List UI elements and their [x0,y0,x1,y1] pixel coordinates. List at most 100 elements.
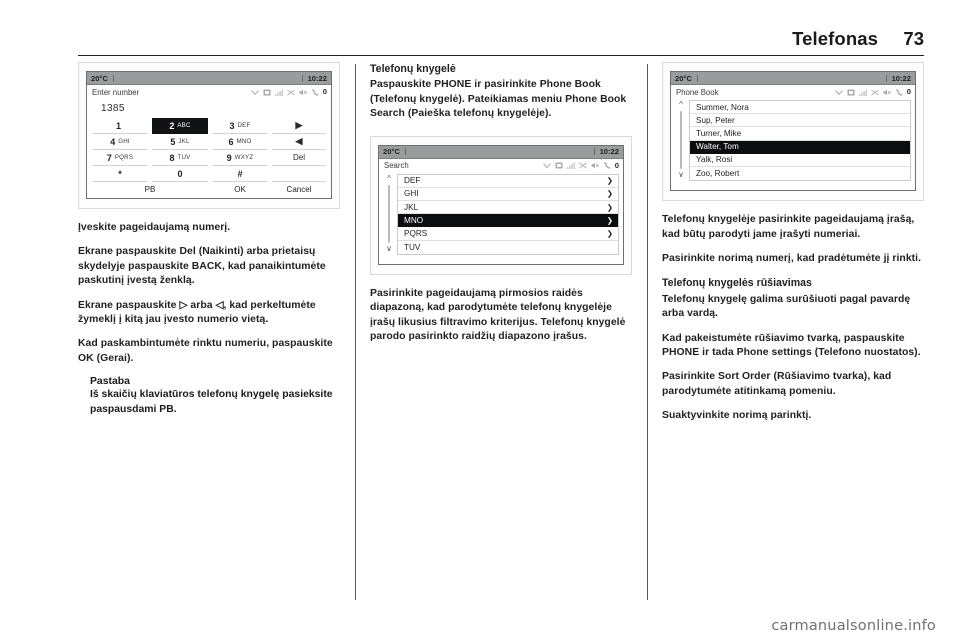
search-scrollbar[interactable]: ^ ∨ [381,174,397,255]
list-item[interactable]: TUV [398,241,618,254]
list-item[interactable]: JKL ❯ [398,201,618,215]
page-columns: 20°C 10:22 Enter number 0 1385 1 2 ABC 3… [78,62,924,602]
key-5-letters: JKL [178,138,190,145]
key-8-digit: 8 [169,152,175,163]
phonebook-title-row: Phone Book 0 [671,85,915,99]
col1-paragraph-1: Įveskite pageidaujamą numerį. [78,222,231,233]
key-6-letters: MNO [236,138,252,145]
search-list-area: ^ ∨ DEF ❯ GHI ❯ JKL ❯ MNO ❯ PQRS ❯ TUV [379,172,623,264]
key-5[interactable]: 5 JKL [152,134,208,150]
key-empty [272,166,326,182]
shuffle-icon [871,89,879,95]
scroll-track[interactable] [388,184,390,243]
col1-paragraph-2: Ekrane paspauskite Del (Naikinti) arba p… [78,246,326,287]
key-8[interactable]: 8 TUV [152,150,208,166]
key-3[interactable]: 3 DEF [212,118,268,134]
status-icon-group: 0 [834,88,911,96]
phonebook-list-area: ^ ∨ Summer, Nora Sup, Peter Turner, Mike… [671,99,915,191]
key-star[interactable]: * [92,166,148,182]
mute-icon [883,89,891,95]
contact-row[interactable]: Turner, Mike [690,127,910,141]
status-separator [112,74,114,82]
ok-button[interactable]: OK [212,185,268,194]
chevron-right-icon: ❯ [606,228,613,238]
contact-row[interactable]: Yalk, Rosi [690,154,910,167]
scroll-up-icon[interactable]: ^ [679,101,683,109]
list-item[interactable]: GHI ❯ [398,188,618,201]
col3-paragraph-1: Telefonų knygelėje pasirinkite pageidauj… [662,214,915,240]
key-7[interactable]: 7 PQRS [92,150,148,166]
contact-row[interactable]: Zoo, Robert [690,167,910,180]
scroll-down-icon[interactable]: ∨ [678,171,684,179]
scroll-up-icon[interactable]: ^ [387,174,391,183]
shuffle-icon [287,89,295,95]
keypad-area: 1385 1 2 ABC 3 DEF ▶ 4 GHI 5 JKL 6 MNO ◀ 7 PQR… [87,99,331,198]
contact-name: Summer, Nora [696,102,749,112]
contact-row[interactable]: Summer, Nora [690,101,910,115]
key-4[interactable]: 4 GHI [92,134,148,150]
phonebook-display: 20°C 10:22 Phone Book 0 ^ ∨ Summer, Nora… [670,71,916,192]
column-divider-2 [647,64,648,600]
key-9[interactable]: 9 WXYZ [212,150,268,166]
col3-paragraph-2: Pasirinkite norimą numerį, kad pradėtumė… [662,252,922,264]
keypad-footer: PB OK Cancel [87,182,331,194]
list-item-label: MNO [404,215,424,225]
page-title: Telefonas [792,28,878,49]
key-1[interactable]: 1 [92,118,148,134]
status-separator [404,148,406,156]
clock-readout: 10:22 [301,74,327,83]
key-1-digit: 1 [115,120,121,131]
column-2: Telefonų knygelė Paspauskite PHONE ir pa… [370,62,632,354]
key-9-digit: 9 [226,152,232,163]
wifi-icon [250,89,259,95]
list-item-selected[interactable]: MNO ❯ [398,214,618,228]
key-8-letters: TUV [177,154,191,161]
chevron-right-icon: ❯ [606,202,613,212]
cancel-button[interactable]: Cancel [272,185,326,194]
key-hash[interactable]: # [212,166,268,182]
contact-name: Zoo, Robert [696,169,740,179]
keypad-status-bar: 20°C 10:22 [87,72,331,85]
key-3-digit: 3 [229,120,235,131]
cursor-left-icon: ◀ [295,136,303,146]
note-title: Pastaba [90,376,130,388]
keypad-grid[interactable]: 1 2 ABC 3 DEF ▶ 4 GHI 5 JKL 6 MNO ◀ 7 PQRS 8 TU… [87,118,331,182]
keypad-screenshot: 20°C 10:22 Enter number 0 1385 1 2 ABC 3… [78,62,340,209]
key-7-digit: 7 [106,152,112,163]
delete-button[interactable]: Del [272,150,326,166]
key-0-digit: 0 [177,168,183,179]
contact-row-selected[interactable]: Walter, Tom [690,140,910,154]
temperature-readout: 20°C [383,147,406,156]
scroll-track[interactable] [680,111,682,170]
scroll-down-icon[interactable]: ∨ [386,244,392,253]
page-header: Telefonas 73 [78,24,924,56]
key-7-letters: PQRS [114,154,134,161]
search-list: DEF ❯ GHI ❯ JKL ❯ MNO ❯ PQRS ❯ TUV [397,173,619,255]
list-item[interactable]: PQRS ❯ [398,227,618,241]
cursor-right-icon: ▶ [295,120,303,130]
key-0[interactable]: 0 [152,166,208,182]
col2-paragraph-2: Pasirinkite pageidaujamą pirmosios raidė… [370,287,626,342]
list-item[interactable]: DEF ❯ [398,175,618,188]
phonebook-scrollbar[interactable]: ^ ∨ [673,100,689,181]
column-1: 20°C 10:22 Enter number 0 1385 1 2 ABC 3… [78,62,340,427]
key-6[interactable]: 6 MNO [212,134,268,150]
contact-row[interactable]: Sup, Peter [690,114,910,128]
key-2[interactable]: 2 ABC [152,118,208,134]
key-2-digit: 2 [169,120,175,131]
status-icon-group: 0 [250,87,327,97]
cursor-left-button[interactable]: ◀ [272,134,326,150]
status-icon-group: 0 [542,162,619,170]
list-item-label: DEF [404,176,421,186]
phonebook-button[interactable]: PB [92,185,208,194]
cursor-right-button[interactable]: ▶ [272,118,326,134]
list-item-label: TUV [404,242,421,252]
temperature-value: 20°C [675,73,692,83]
wifi-icon [542,163,551,169]
column-divider-1 [355,64,356,600]
notification-count: 0 [322,87,327,97]
search-screenshot: 20°C 10:22 Search 0 ^ ∨ DEF ❯ GHI ❯ JKL … [370,135,632,275]
col1-paragraph-3: Ekrane paspauskite ▷ arba ◁, kad perkelt… [78,299,316,326]
mute-icon [591,162,599,169]
key-2-letters: ABC [177,122,191,129]
